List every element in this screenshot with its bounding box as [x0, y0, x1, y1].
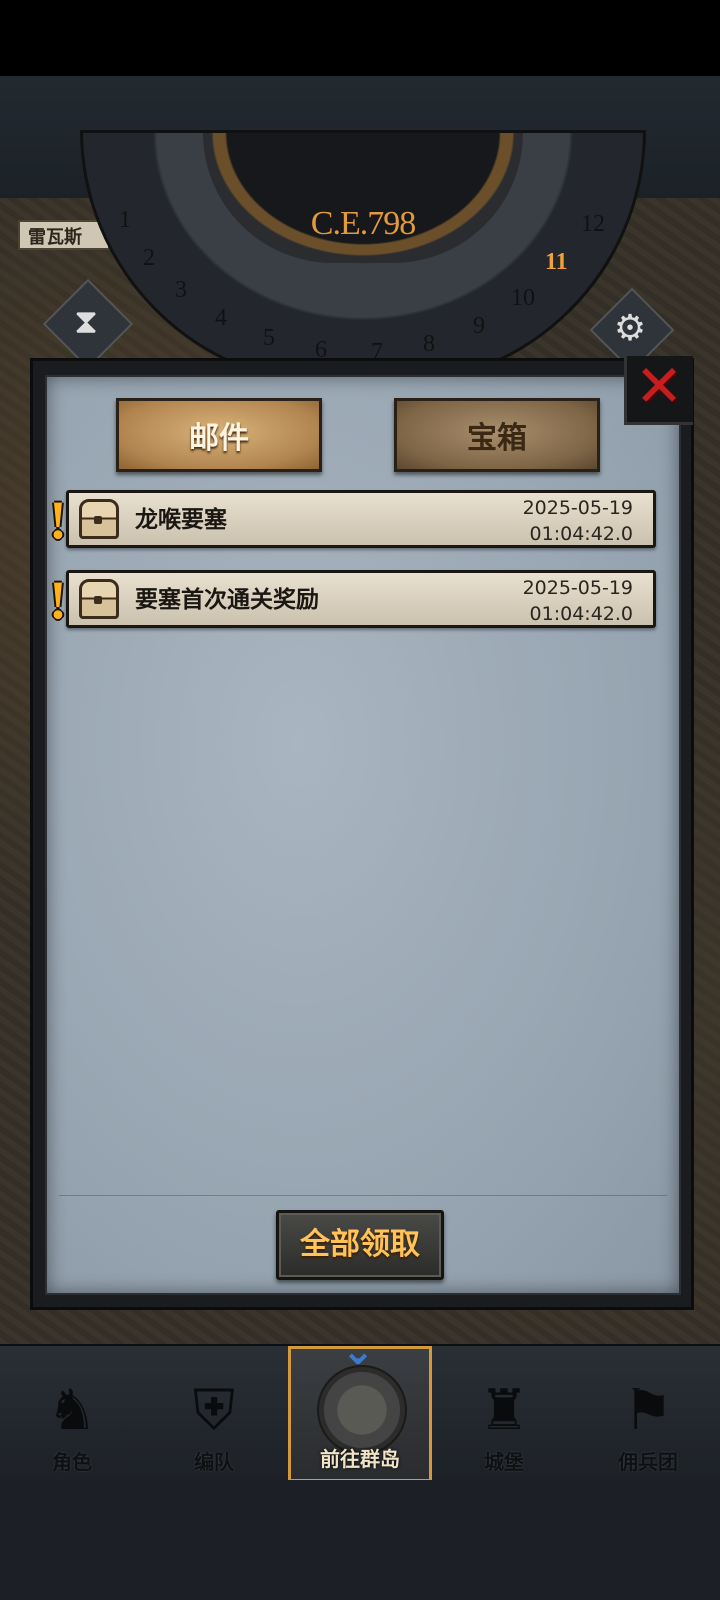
nav-label: 编队	[194, 1452, 234, 1474]
nav-item-role[interactable]: ♞ 角色	[2, 1346, 142, 1482]
tab-mail[interactable]: 邮件	[116, 398, 322, 472]
mail-time: 01:04:42.0	[529, 523, 633, 545]
mail-title: 要塞首次通关奖励	[135, 586, 319, 612]
collect-all-button[interactable]: 全部领取	[276, 1210, 444, 1280]
alert-icon: !	[49, 570, 67, 630]
dial-number: 9	[473, 313, 485, 339]
close-icon[interactable]: ✕	[634, 358, 684, 416]
status-bar	[0, 0, 720, 76]
nav-label: 城堡	[484, 1452, 524, 1474]
hourglass-icon: ⧗	[74, 303, 98, 341]
chevron-down-icon: ⌄	[341, 1329, 375, 1373]
calendar-dial-center: C.E.798	[203, 133, 523, 263]
alert-icon: !	[49, 490, 67, 550]
divider	[59, 1195, 667, 1196]
dial-number: 10	[511, 285, 535, 311]
knight-icon: ♞	[46, 1378, 98, 1441]
mail-date: 2025-05-19	[522, 497, 633, 519]
dial-number: 12	[581, 211, 605, 237]
helmet-icon: ⛨	[193, 1378, 235, 1441]
dial-number: 4	[215, 305, 227, 331]
nav-item-archipelago[interactable]: ⌄ 前往群岛	[288, 1331, 432, 1482]
dial-number-current: 11	[545, 249, 568, 275]
nav-item-castle[interactable]: ♜ 城堡	[434, 1346, 574, 1482]
nav-item-mercenary[interactable]: ⚑ 佣兵团	[578, 1346, 718, 1482]
mail-timestamp: 2025-05-19 01:04:42.0	[463, 495, 633, 547]
mail-item[interactable]: ! 龙喉要塞 2025-05-19 01:04:42.0	[49, 490, 656, 549]
system-nav-area	[0, 1480, 720, 1600]
mail-time: 01:04:42.0	[529, 603, 633, 625]
chest-icon	[79, 499, 119, 539]
chest-icon	[79, 579, 119, 619]
tab-chest[interactable]: 宝箱	[394, 398, 600, 472]
mail-timestamp: 2025-05-19 01:04:42.0	[463, 575, 633, 627]
nav-label: 角色	[52, 1452, 92, 1474]
nav-label: 前往群岛	[320, 1449, 400, 1471]
compass-icon	[317, 1365, 407, 1455]
map-location-label: 雷瓦斯	[18, 220, 110, 250]
era-label: C.E.798	[310, 205, 416, 242]
tab-chest-label: 宝箱	[467, 422, 527, 455]
bottom-nav: ♞ 角色 ⛨ 编队 ⌄ 前往群岛 ♜ 城堡 ⚑ 佣兵团	[0, 1331, 720, 1482]
dial-number: 5	[263, 325, 275, 351]
gear-icon: ⚙	[613, 307, 647, 348]
mail-title: 龙喉要塞	[135, 506, 227, 532]
banner-icon: ⚑	[622, 1378, 674, 1441]
dial-number: 2	[143, 245, 155, 271]
tab-mail-label: 邮件	[189, 422, 249, 455]
dial-number: 1	[119, 207, 131, 233]
mail-date: 2025-05-19	[522, 577, 633, 599]
castle-icon: ♜	[478, 1378, 530, 1441]
nav-label: 佣兵团	[618, 1452, 678, 1474]
dial-number: 8	[423, 331, 435, 357]
nav-item-formation[interactable]: ⛨ 编队	[144, 1346, 284, 1482]
dial-number: 3	[175, 277, 187, 303]
mail-item[interactable]: ! 要塞首次通关奖励 2025-05-19 01:04:42.0	[49, 570, 656, 629]
